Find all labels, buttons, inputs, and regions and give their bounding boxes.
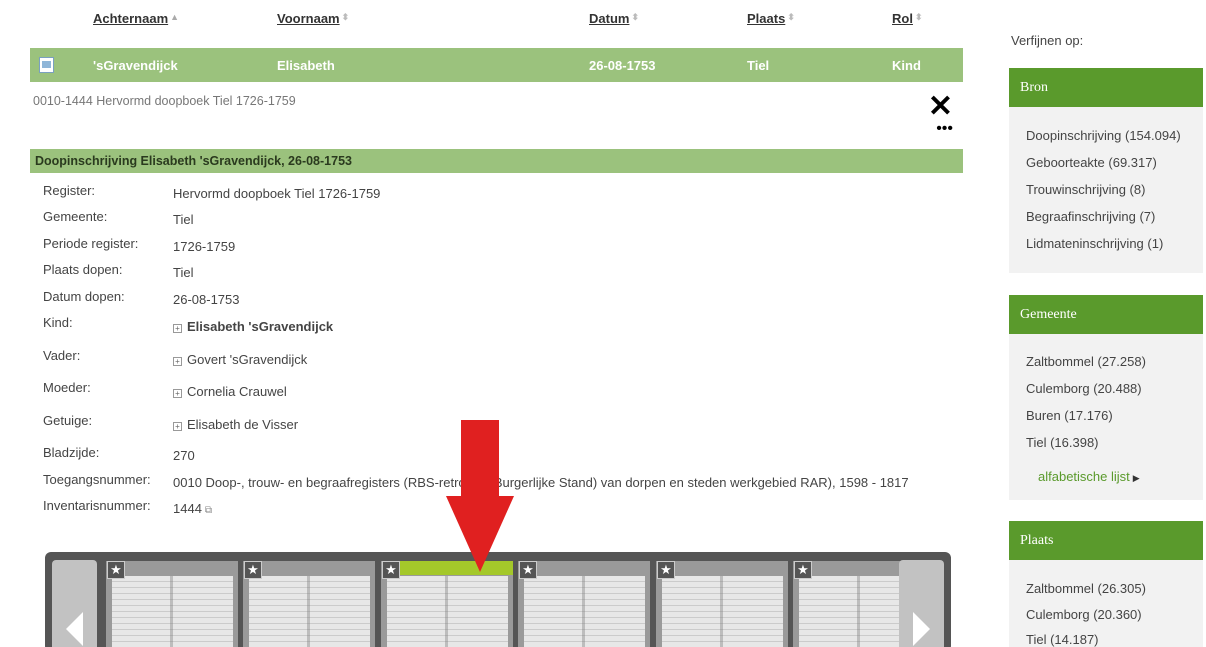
facet-title[interactable]: Plaats xyxy=(1009,521,1203,560)
scan-image xyxy=(112,576,233,647)
results-header: Achternaam ▲ Voornaam ⬍ Datum ⬍ Plaats ⬍ Rol… xyxy=(30,0,963,44)
external-link-icon: ⧉ xyxy=(204,505,213,516)
facet-plaats: Plaats Zaltbommel (26.305) Culemborg (20… xyxy=(1009,521,1203,647)
scan-thumbnail[interactable]: ★ xyxy=(243,561,375,647)
document-icon xyxy=(39,57,54,73)
expand-icon[interactable]: + xyxy=(173,422,182,431)
facet-item[interactable]: Culemborg (20.360) xyxy=(1026,607,1142,622)
sort-rol[interactable]: Rol ⬍ xyxy=(892,11,923,26)
person-getuige[interactable]: + Elisabeth de Visser xyxy=(173,417,298,432)
scan-thumbnail[interactable]: ★ xyxy=(656,561,788,647)
facet-item[interactable]: Buren (17.176) xyxy=(1026,408,1113,423)
star-icon[interactable]: ★ xyxy=(519,561,537,579)
inventaris-link[interactable]: 1444 ⧉ xyxy=(173,501,212,516)
expand-icon[interactable]: + xyxy=(173,357,182,366)
person-vader[interactable]: + Govert 'sGravendijck xyxy=(173,352,307,367)
caret-right-icon: ▶ xyxy=(1132,473,1140,483)
cell-plaats: Tiel xyxy=(747,58,770,73)
facet-title[interactable]: Gemeente xyxy=(1009,295,1203,334)
detail-title-bar: Doopinschrijving Elisabeth 'sGravendijck… xyxy=(30,149,963,173)
facet-bron: Bron Doopinschrijving (154.094) Geboorte… xyxy=(1009,68,1203,273)
cell-datum: 26-08-1753 xyxy=(589,58,656,73)
expand-icon[interactable]: + xyxy=(173,389,182,398)
facet-item[interactable]: Tiel (16.398) xyxy=(1026,435,1099,450)
sort-plaats[interactable]: Plaats ⬍ xyxy=(747,11,795,26)
table-row-selected[interactable]: 'sGravendijck Elisabeth 26-08-1753 Tiel … xyxy=(30,48,963,82)
facet-item[interactable]: Zaltbommel (26.305) xyxy=(1026,581,1146,596)
header-label: Plaats xyxy=(747,11,786,26)
scan-image xyxy=(249,576,370,647)
scan-image xyxy=(524,576,645,647)
cell-rol: Kind xyxy=(892,58,921,73)
facet-item[interactable]: Culemborg (20.488) xyxy=(1026,381,1142,396)
scan-thumbnail[interactable]: ★ xyxy=(518,561,650,647)
facet-item[interactable]: Doopinschrijving (154.094) xyxy=(1026,128,1181,143)
sort-asc-icon: ▲ xyxy=(170,12,180,22)
more-options-icon[interactable]: ••• xyxy=(936,121,953,137)
sort-icon: ⬍ xyxy=(787,12,795,22)
star-icon[interactable]: ★ xyxy=(107,561,125,579)
person-kind[interactable]: + Elisabeth 'sGravendijck xyxy=(173,319,333,334)
chevron-right-icon xyxy=(913,612,930,646)
facet-title[interactable]: Bron xyxy=(1009,68,1203,107)
chevron-left-icon xyxy=(66,612,83,646)
header-label: Datum xyxy=(589,11,630,26)
scan-image xyxy=(387,576,508,647)
cell-voornaam: Elisabeth xyxy=(277,58,335,73)
refine-sidebar: Verfijnen op: Bron Doopinschrijving (154… xyxy=(1009,0,1206,647)
star-icon[interactable]: ★ xyxy=(794,561,812,579)
search-results: Achternaam ▲ Voornaam ⬍ Datum ⬍ Plaats ⬍ Rol… xyxy=(30,0,963,647)
expand-icon[interactable]: + xyxy=(173,324,182,333)
sort-icon: ⬍ xyxy=(631,12,639,22)
person-moeder[interactable]: + Cornelia Crauwel xyxy=(173,384,287,399)
detail-title: Doopinschrijving Elisabeth 'sGravendijck… xyxy=(35,154,352,168)
facet-item[interactable]: Trouwinschrijving (8) xyxy=(1026,182,1145,197)
alphabetic-list-link[interactable]: alfabetische lijst ▶ xyxy=(1038,469,1140,484)
facet-item[interactable]: Begraafinschrijving (7) xyxy=(1026,209,1155,224)
header-label: Voornaam xyxy=(277,11,340,26)
source-title: 0010-1444 Hervormd doopboek Tiel 1726-17… xyxy=(33,94,296,108)
scan-image xyxy=(662,576,783,647)
star-icon[interactable]: ★ xyxy=(382,561,400,579)
red-arrow-annotation xyxy=(446,420,514,572)
sort-voornaam[interactable]: Voornaam ⬍ xyxy=(277,11,349,26)
scan-thumbnail[interactable]: ★ xyxy=(106,561,238,647)
facet-item[interactable]: Geboorteakte (69.317) xyxy=(1026,155,1157,170)
cell-achternaam: 'sGravendijck xyxy=(93,58,178,73)
close-icon[interactable]: ✕ xyxy=(928,92,953,122)
star-icon[interactable]: ★ xyxy=(244,561,262,579)
next-scan-button[interactable] xyxy=(899,560,944,647)
star-icon[interactable]: ★ xyxy=(657,561,675,579)
sort-datum[interactable]: Datum ⬍ xyxy=(589,11,639,26)
sort-icon: ⬍ xyxy=(914,12,923,22)
scan-thumbnail-active[interactable]: ★ xyxy=(381,561,513,647)
prev-scan-button[interactable] xyxy=(52,560,97,647)
refine-title: Verfijnen op: xyxy=(1011,33,1084,48)
facet-gemeente: Gemeente Zaltbommel (27.258) Culemborg (… xyxy=(1009,295,1203,500)
facet-item[interactable]: Zaltbommel (27.258) xyxy=(1026,354,1146,369)
sort-achternaam[interactable]: Achternaam ▲ xyxy=(93,11,179,26)
header-label: Rol xyxy=(892,11,913,26)
sort-icon: ⬍ xyxy=(341,12,350,22)
header-label: Achternaam xyxy=(93,11,169,26)
facet-item[interactable]: Lidmateninschrijving (1) xyxy=(1026,236,1163,251)
facet-item[interactable]: Tiel (14.187) xyxy=(1026,632,1099,647)
